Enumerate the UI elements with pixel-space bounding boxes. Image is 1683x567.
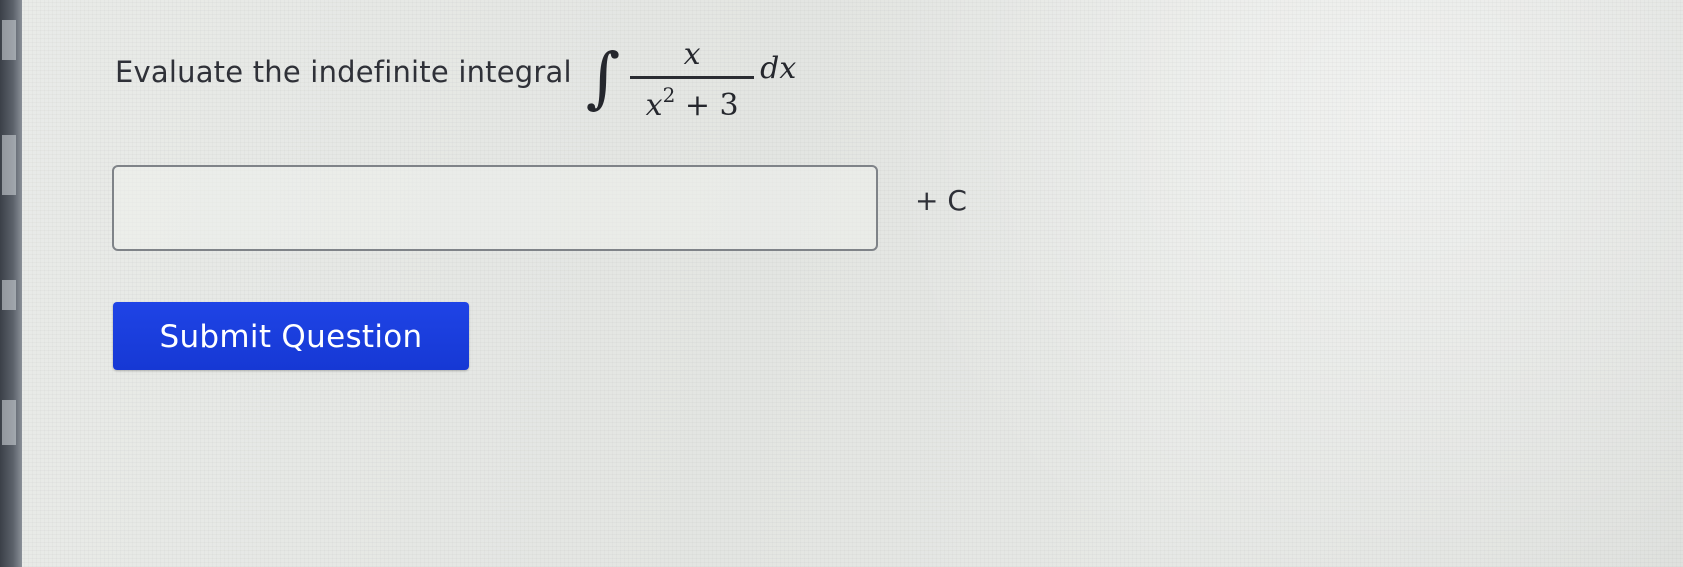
denominator-variable: x xyxy=(645,87,663,123)
integral-sign: ∫ xyxy=(585,39,621,116)
denominator-constant: + 3 xyxy=(675,87,739,123)
denominator-exponent: 2 xyxy=(662,82,676,107)
constant-of-integration: + C xyxy=(915,184,967,217)
edge-mark xyxy=(2,280,16,310)
edge-mark xyxy=(2,135,16,195)
fraction-numerator: x xyxy=(683,36,701,72)
edge-mark xyxy=(2,20,16,60)
question-text: Evaluate the indefinite integral xyxy=(115,55,572,89)
fraction-denominator: x2 + 3 xyxy=(646,79,739,121)
differential: dx xyxy=(760,50,797,86)
answer-input[interactable] xyxy=(112,165,878,251)
submit-question-button[interactable]: Submit Question xyxy=(113,302,469,370)
integrand-fraction: x x2 + 3 xyxy=(630,36,755,121)
edge-mark xyxy=(2,400,16,445)
question-prompt: Evaluate the indefinite integral ∫ x x2 … xyxy=(115,30,796,130)
window-edge xyxy=(0,0,22,567)
